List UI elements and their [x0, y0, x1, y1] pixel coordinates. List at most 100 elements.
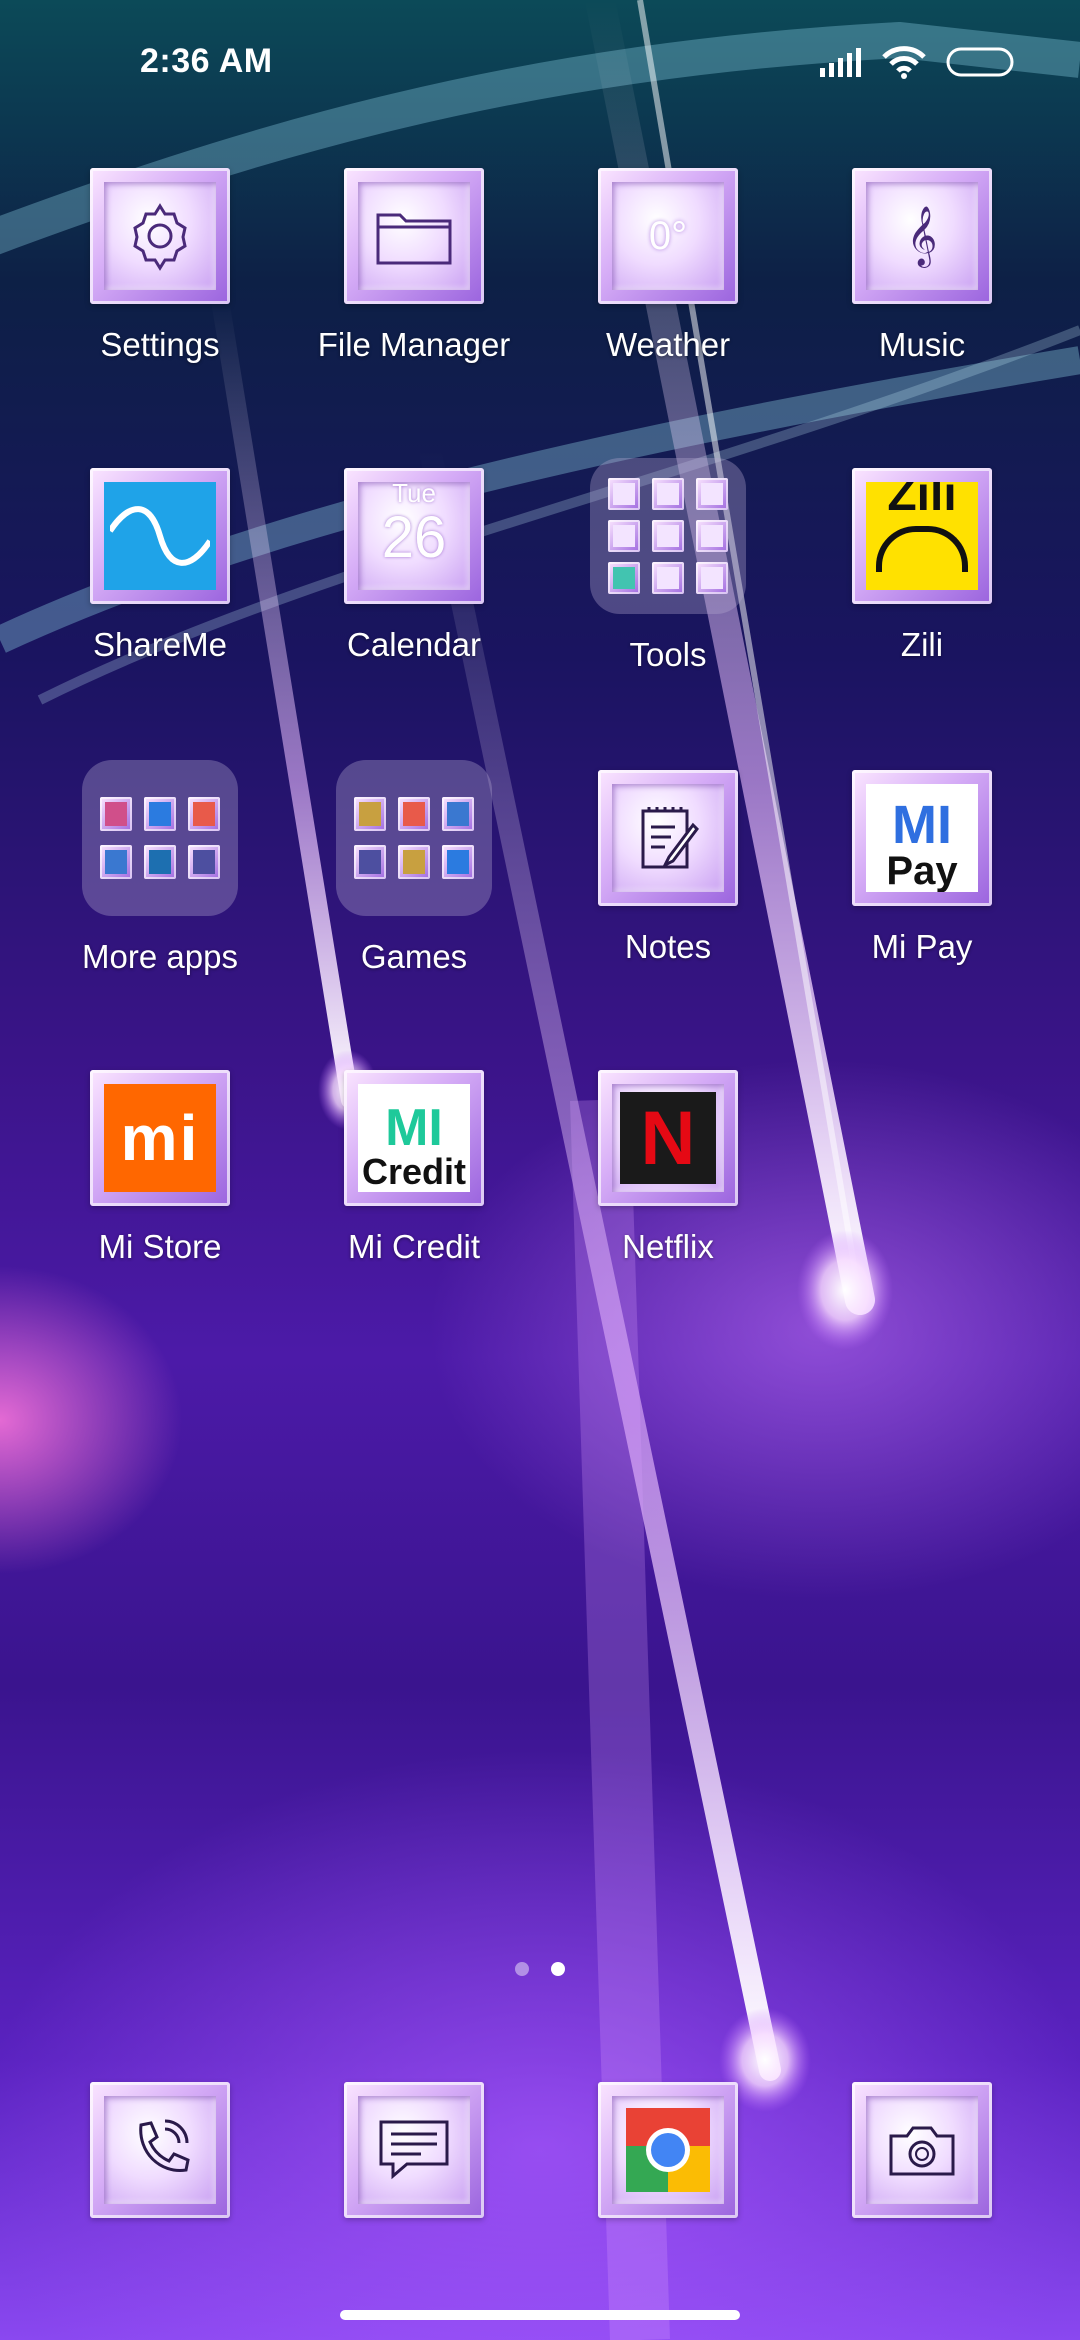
mini-app-icon: [652, 520, 684, 552]
mi-pay-logo-top: MI: [892, 795, 952, 855]
mi-logo-icon: mi: [104, 1084, 216, 1192]
mini-app-icon: [696, 562, 728, 594]
camera-tile: [852, 2082, 992, 2218]
mini-app-icon: [354, 797, 386, 831]
app-mi-credit[interactable]: MI Credit Mi Credit: [294, 1070, 534, 1310]
app-label: Zili: [900, 626, 944, 663]
netflix-tile: N: [598, 1070, 738, 1206]
zili-logo-text: Zili: [887, 482, 957, 521]
netflix-icon: N: [620, 1092, 716, 1184]
mini-app-icon: [696, 478, 728, 510]
app-label: Mi Store: [98, 1228, 222, 1265]
mini-app-icon: [188, 797, 220, 831]
chrome-tile: [598, 2082, 738, 2218]
folder-preview: [82, 760, 238, 916]
calendar-icon: Tue 26: [358, 482, 470, 590]
mi-pay-logo-bottom: Pay: [886, 849, 958, 892]
app-label: Settings: [100, 326, 220, 363]
app-file-manager[interactable]: File Manager: [294, 168, 534, 408]
app-mi-store[interactable]: mi Mi Store: [40, 1070, 280, 1310]
phone-icon: [104, 2096, 216, 2204]
home-indicator[interactable]: [340, 2310, 740, 2320]
gear-icon: [104, 182, 216, 290]
folder-games[interactable]: Games: [294, 760, 534, 1010]
app-settings[interactable]: Settings: [40, 168, 280, 408]
folder-preview: [336, 760, 492, 916]
app-notes[interactable]: Notes: [548, 770, 788, 1010]
app-label: Games: [360, 938, 468, 975]
folder-preview: [590, 458, 746, 614]
mini-app-icon: [608, 478, 640, 510]
app-calendar[interactable]: Tue 26 Calendar: [294, 468, 534, 708]
folder-icon: [358, 182, 470, 290]
mi-credit-logo-top: MI: [385, 1099, 443, 1157]
dock-camera[interactable]: [802, 2082, 1042, 2322]
app-label: Weather: [605, 326, 731, 363]
app-label: Mi Credit: [347, 1228, 481, 1265]
app-label: Mi Pay: [871, 928, 973, 965]
app-zili[interactable]: Zili Zili: [802, 468, 1042, 708]
messages-tile: [344, 2082, 484, 2218]
mi-pay-tile: MI Pay: [852, 770, 992, 906]
status-time: 2:36 AM: [140, 42, 273, 80]
page-dot-active[interactable]: [551, 1962, 565, 1976]
settings-tile: [90, 168, 230, 304]
mini-app-icon: [398, 845, 430, 879]
zili-tile: Zili: [852, 468, 992, 604]
mini-app-icon: [608, 562, 640, 594]
file-manager-tile: [344, 168, 484, 304]
app-label: Notes: [624, 928, 712, 965]
treble-clef-icon: 𝄞: [906, 205, 938, 266]
status-icons: [818, 44, 1014, 80]
mini-app-icon: [442, 845, 474, 879]
mi-store-tile: mi: [90, 1070, 230, 1206]
app-label: Music: [878, 326, 966, 363]
mi-store-logo-text: mi: [120, 1102, 200, 1174]
app-label: More apps: [82, 938, 238, 975]
dock-phone[interactable]: [40, 2082, 280, 2322]
music-tile: 𝄞: [852, 168, 992, 304]
mini-app-icon: [696, 520, 728, 552]
calendar-day-number: 26: [381, 505, 447, 570]
netflix-logo-text: N: [640, 1095, 696, 1181]
app-label: ShareMe: [93, 626, 227, 663]
shareme-icon: [104, 482, 216, 590]
app-music[interactable]: 𝄞 Music: [802, 168, 1042, 408]
app-label: Calendar: [347, 626, 481, 663]
weather-icon: 0°: [612, 182, 724, 290]
app-weather[interactable]: 0° Weather: [548, 168, 788, 408]
mi-credit-tile: MI Credit: [344, 1070, 484, 1206]
app-netflix[interactable]: N Netflix: [548, 1070, 788, 1310]
dock-messages[interactable]: [294, 2082, 534, 2322]
mini-app-icon: [652, 478, 684, 510]
folder-tools[interactable]: Tools: [548, 458, 788, 708]
folder-more-apps[interactable]: More apps: [40, 760, 280, 1010]
mi-credit-logo-bottom: Credit: [361, 1151, 466, 1192]
dock-chrome[interactable]: [548, 2082, 788, 2322]
chrome-icon: [612, 2096, 724, 2204]
mi-pay-icon: MI Pay: [866, 784, 978, 892]
mini-app-icon: [188, 845, 220, 879]
mini-app-icon: [652, 562, 684, 594]
shareme-tile: [90, 468, 230, 604]
page-indicator: [0, 1962, 1080, 1976]
signal-icon: [820, 48, 861, 77]
message-icon: [358, 2096, 470, 2204]
mini-app-icon: [354, 845, 386, 879]
weather-tile: 0°: [598, 168, 738, 304]
app-label: Tools: [629, 636, 707, 673]
app-shareme[interactable]: ShareMe: [40, 468, 280, 708]
mini-app-icon: [144, 797, 176, 831]
page-dot[interactable]: [515, 1962, 529, 1976]
calendar-tile: Tue 26: [344, 468, 484, 604]
notes-tile: [598, 770, 738, 906]
mini-app-icon: [442, 797, 474, 831]
mini-app-icon: [100, 845, 132, 879]
wifi-icon: [882, 46, 926, 79]
app-mi-pay[interactable]: MI Pay Mi Pay: [802, 770, 1042, 1010]
weather-temp: 0°: [648, 213, 688, 258]
notepad-icon: [612, 784, 724, 892]
mi-credit-icon: MI Credit: [358, 1084, 470, 1192]
mini-app-icon: [100, 797, 132, 831]
mini-app-icon: [608, 520, 640, 552]
